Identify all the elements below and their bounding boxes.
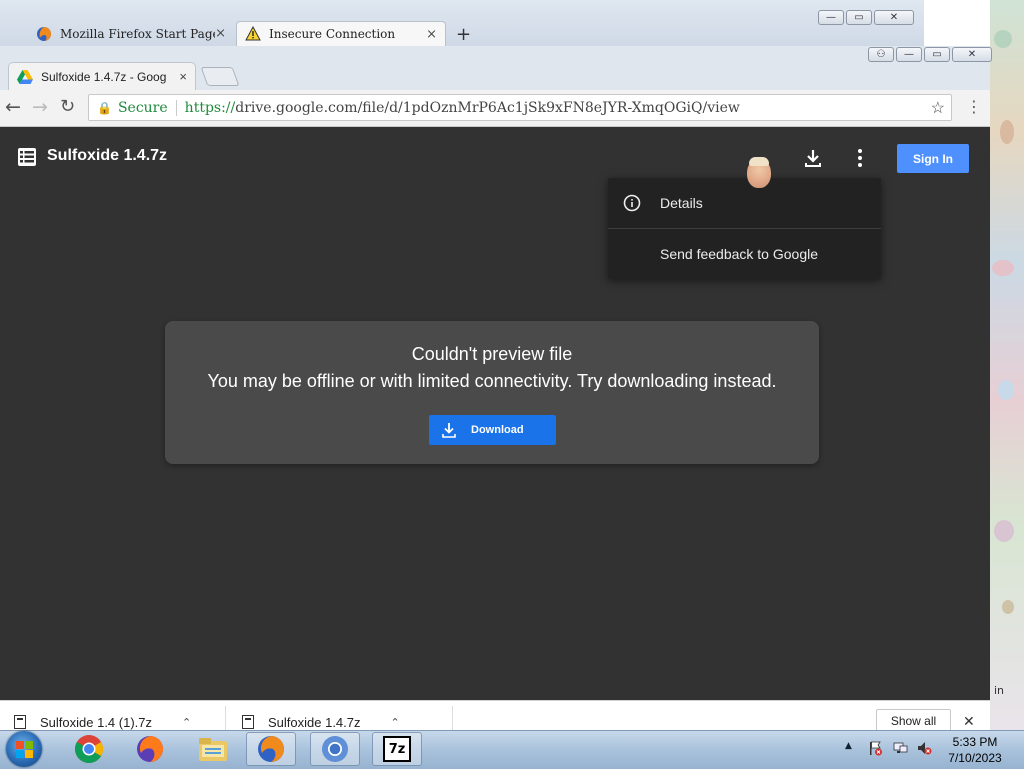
download-item[interactable]: Sulfoxide 1.4 (1).7z ⌃ xyxy=(14,712,191,732)
download-item-name: Sulfoxide 1.4.7z xyxy=(268,714,361,730)
windows-logo-icon xyxy=(16,741,33,758)
menu-divider xyxy=(608,228,881,229)
taskbar-firefox-active[interactable] xyxy=(246,732,296,766)
archive-file-icon xyxy=(14,715,26,729)
chevron-up-icon[interactable]: ⌃ xyxy=(182,716,191,729)
firefox-icon xyxy=(137,736,163,762)
menu-item-label: Details xyxy=(660,195,703,211)
address-bar[interactable]: 🔒 Secure https:// drive.google.com/file/… xyxy=(88,94,952,121)
lock-icon: 🔒 xyxy=(97,100,112,115)
chrome-icon xyxy=(75,735,103,763)
minimize-button[interactable]: — xyxy=(896,47,922,62)
close-icon[interactable]: × xyxy=(179,69,187,84)
action-center-flag-icon[interactable] xyxy=(867,740,883,756)
network-icon[interactable] xyxy=(892,740,908,756)
taskbar-chromium[interactable] xyxy=(310,732,360,766)
forward-arrow-icon[interactable]: → xyxy=(32,96,48,118)
error-message: You may be offline or with limited conne… xyxy=(207,371,777,391)
restore-button[interactable]: ▭ xyxy=(924,47,950,62)
tab-label: Mozilla Firefox Start Page xyxy=(60,26,216,41)
taskbar-chrome[interactable] xyxy=(64,732,114,766)
taskbar-firefox[interactable] xyxy=(125,732,175,766)
file-explorer-icon xyxy=(199,738,227,761)
google-drive-icon xyxy=(17,69,33,84)
archive-file-icon xyxy=(242,715,254,729)
chrome-window-controls: ⚇ — ▭ ✕ xyxy=(868,47,992,62)
new-tab-button[interactable] xyxy=(200,67,240,86)
chromium-icon xyxy=(322,736,348,762)
secure-label: Secure xyxy=(117,99,168,116)
reload-icon[interactable]: ↻ xyxy=(60,96,75,117)
minimize-button[interactable]: — xyxy=(818,10,844,25)
clock-date: 7/10/2023 xyxy=(948,751,1002,765)
firefox-tab-insecure[interactable]: Insecure Connection × xyxy=(236,21,446,46)
taskbar-7zip[interactable]: 7z xyxy=(372,732,422,766)
more-options-icon[interactable] xyxy=(853,148,867,168)
avatar-hair xyxy=(749,157,769,166)
download-item[interactable]: Sulfoxide 1.4.7z ⌃ xyxy=(242,712,400,732)
taskbar-clock[interactable]: 5:33 PM 7/10/2023 xyxy=(940,734,1010,766)
close-downloads-bar-button[interactable]: ✕ xyxy=(963,714,975,730)
divider xyxy=(225,706,226,730)
divider xyxy=(175,99,177,116)
show-hidden-icons-button[interactable]: ▲ xyxy=(845,741,852,751)
firefox-icon xyxy=(258,736,284,762)
url-scheme: https:// xyxy=(184,99,236,116)
user-icon[interactable]: ⚇ xyxy=(868,47,894,62)
firefox-window-controls: — ▭ ✕ xyxy=(818,10,914,25)
divider xyxy=(452,706,453,730)
clock-time: 5:33 PM xyxy=(952,735,998,749)
start-button[interactable] xyxy=(6,731,42,767)
info-icon xyxy=(623,194,641,212)
file-list-icon xyxy=(18,148,36,166)
close-icon[interactable]: × xyxy=(426,27,437,42)
taskbar-file-explorer[interactable] xyxy=(188,732,238,766)
tab-label: Insecure Connection xyxy=(269,27,396,41)
back-arrow-icon[interactable]: ← xyxy=(5,96,21,118)
close-button[interactable]: ✕ xyxy=(952,47,992,62)
volume-muted-icon[interactable] xyxy=(916,740,932,756)
close-icon[interactable]: × xyxy=(215,26,226,41)
download-button-label: Download xyxy=(471,424,524,436)
download-icon[interactable] xyxy=(803,148,823,168)
error-title: Couldn't preview file xyxy=(411,344,573,364)
firefox-tab-start-page[interactable]: Mozilla Firefox Start Page × xyxy=(28,21,234,46)
close-button[interactable]: ✕ xyxy=(874,10,914,25)
file-title: Sulfoxide 1.4.7z xyxy=(47,147,168,164)
chevron-up-icon[interactable]: ⌃ xyxy=(391,716,400,729)
chrome-tab-drive[interactable]: Sulfoxide 1.4.7z - Goog × xyxy=(8,62,196,90)
warning-icon xyxy=(245,26,261,41)
download-icon xyxy=(442,423,456,438)
7zip-icon: 7z xyxy=(383,736,411,762)
firefox-icon xyxy=(37,26,51,41)
tab-label: Sulfoxide 1.4.7z - Goog xyxy=(41,69,167,84)
wallpaper-text: in xyxy=(994,684,1005,697)
chrome-menu-icon[interactable]: ⋮ xyxy=(966,97,982,116)
restore-button[interactable]: ▭ xyxy=(846,10,872,25)
desktop-wallpaper: in xyxy=(990,0,1024,730)
url-text: drive.google.com/file/d/1pdOznMrP6Ac1jSk… xyxy=(235,99,740,116)
sign-in-button[interactable]: Sign In xyxy=(897,144,969,173)
download-item-name: Sulfoxide 1.4 (1).7z xyxy=(40,714,153,730)
download-button[interactable]: Download xyxy=(429,415,556,445)
menu-item-label: Send feedback to Google xyxy=(660,246,819,262)
bookmark-star-icon[interactable]: ☆ xyxy=(931,98,945,117)
new-tab-button[interactable]: + xyxy=(456,24,471,45)
